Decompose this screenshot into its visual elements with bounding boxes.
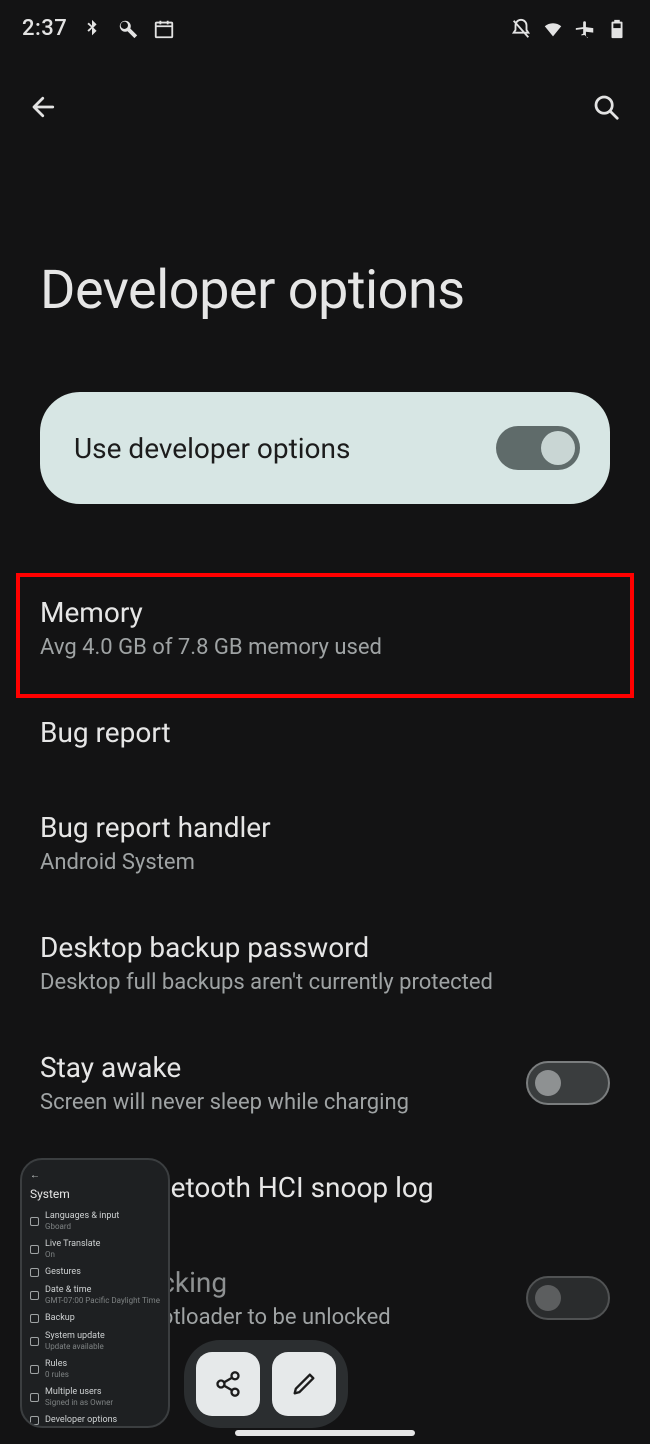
stay-awake-item[interactable]: Stay awake Screen will never sleep while… — [0, 1017, 650, 1137]
memory-item[interactable]: Memory Avg 4.0 GB of 7.8 GB memory used — [0, 574, 650, 682]
item-title: Memory — [40, 596, 610, 629]
stay-awake-switch[interactable] — [526, 1061, 610, 1105]
screenshot-overlay: ← System Languages & inputGboard Live Tr… — [0, 1158, 650, 1428]
calendar-icon — [153, 18, 175, 40]
item-title: Desktop backup password — [40, 931, 610, 964]
airplane-icon — [574, 18, 596, 40]
status-right — [510, 18, 628, 40]
master-toggle-switch[interactable] — [496, 426, 580, 470]
master-toggle-label: Use developer options — [74, 432, 350, 465]
item-subtitle: Desktop full backups aren't currently pr… — [40, 970, 610, 995]
edit-button[interactable] — [272, 1352, 336, 1416]
item-subtitle: Android System — [40, 850, 610, 875]
thumb-back-icon: ← — [30, 1170, 160, 1181]
page-title: Developer options — [0, 129, 650, 322]
bluetooth-icon — [81, 18, 103, 40]
item-title: Bug report — [40, 716, 610, 749]
wrench-icon — [117, 18, 139, 40]
search-button[interactable] — [584, 85, 628, 129]
bug-report-item[interactable]: Bug report — [0, 682, 650, 777]
item-subtitle: Screen will never sleep while charging — [40, 1090, 506, 1115]
master-toggle-card[interactable]: Use developer options — [40, 392, 610, 504]
battery-icon — [606, 18, 628, 40]
screenshot-actions — [184, 1340, 348, 1428]
status-time: 2:37 — [22, 16, 67, 41]
share-button[interactable] — [196, 1352, 260, 1416]
app-bar — [0, 45, 650, 129]
back-button[interactable] — [22, 85, 66, 129]
item-title: Stay awake — [40, 1051, 506, 1084]
bug-report-handler-item[interactable]: Bug report handler Android System — [0, 777, 650, 897]
desktop-backup-item[interactable]: Desktop backup password Desktop full bac… — [0, 897, 650, 1017]
wifi-icon — [542, 18, 564, 40]
status-bar: 2:37 — [0, 0, 650, 45]
thumb-section: System — [30, 1187, 160, 1201]
item-subtitle: Avg 4.0 GB of 7.8 GB memory used — [40, 635, 610, 660]
status-left: 2:37 — [22, 16, 175, 41]
android-nav-bar[interactable] — [235, 1430, 415, 1436]
dnd-icon — [510, 18, 532, 40]
item-title: Bug report handler — [40, 811, 610, 844]
screenshot-thumbnail[interactable]: ← System Languages & inputGboard Live Tr… — [20, 1158, 170, 1428]
